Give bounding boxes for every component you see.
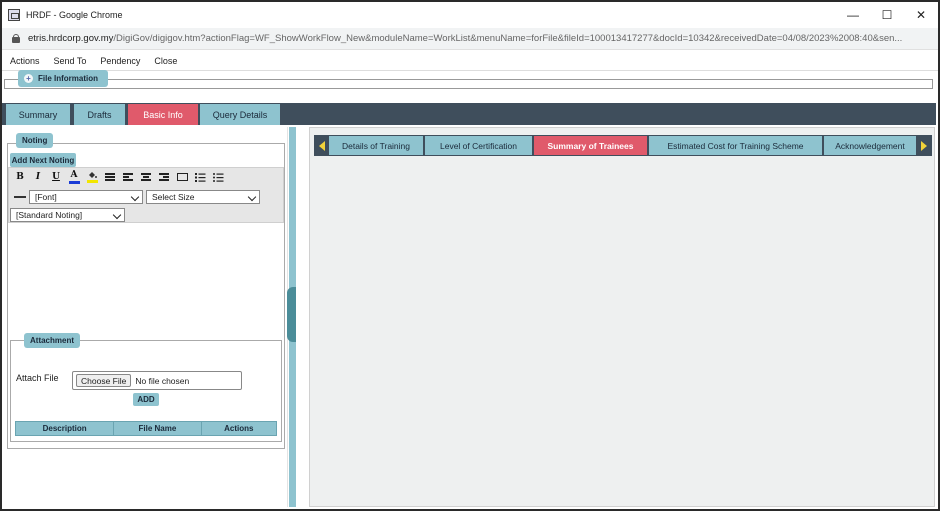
splitter-handle[interactable] [287,287,296,342]
menu-actions[interactable]: Actions [10,56,40,66]
bold-button[interactable]: B [11,169,29,185]
sub-tab-bar: Details of Training Level of Certificati… [314,135,932,156]
chevron-down-icon [112,210,122,220]
editor-toolbar: B I U A [Font] Select Size [Standard Not… [8,167,284,223]
noting-label: Noting [16,133,54,148]
size-select[interactable]: Select Size [146,190,260,204]
tab-basic-info[interactable]: Basic Info [128,104,198,125]
align-left-icon[interactable] [119,169,137,185]
paint-bucket-icon [89,172,97,178]
content-panel [309,127,935,507]
minimize-button[interactable]: — [836,2,870,28]
menu-close[interactable]: Close [154,56,177,66]
main-tab-bar: Summary Drafts Basic Info Query Details [2,103,936,125]
file-information-toggle[interactable]: + File Information [18,70,108,87]
font-select[interactable]: [Font] [29,190,143,204]
align-right-icon[interactable] [155,169,173,185]
highlight-swatch [86,180,98,183]
lock-icon[interactable] [12,34,20,43]
tab-summary[interactable]: Summary [6,104,70,125]
subtab-acknowledgement[interactable]: Acknowledgement [824,136,916,155]
unordered-list-icon[interactable] [209,169,227,185]
font-select-value: [Font] [35,192,57,202]
scroll-left-button[interactable] [316,136,328,155]
noting-type-select[interactable]: [Standard Noting] [10,208,125,222]
url-text[interactable]: etris.hrdcorp.gov.my/DigiGov/digigov.htm… [28,33,933,44]
file-information-label: File Information [38,74,98,83]
chevron-right-icon [921,140,927,151]
subtab-level-of-certification[interactable]: Level of Certification [425,136,532,155]
tab-query-details[interactable]: Query Details [200,104,280,125]
attach-file-label: Attach File [16,373,59,383]
column-file-name: File Name [114,422,202,435]
menu-pendency[interactable]: Pendency [100,56,140,66]
plus-icon: + [24,74,33,83]
underline-button[interactable]: U [47,169,65,185]
app-icon [8,9,20,21]
size-select-value: Select Size [152,192,195,202]
chevron-down-icon [247,192,257,202]
table-icon[interactable] [173,169,191,185]
column-description: Description [16,422,115,435]
app-menu-bar: Actions Send To Pendency Close [2,51,938,71]
subtab-summary-of-trainees[interactable]: Summary of Trainees [534,136,647,155]
close-button[interactable]: ✕ [904,2,938,28]
chevron-left-icon [319,140,325,151]
column-actions: Actions [224,424,254,433]
font-color-button[interactable]: A [65,169,83,185]
align-center-icon[interactable] [137,169,155,185]
noting-type-value: [Standard Noting] [16,210,83,220]
attachment-table-header: Description File Name Actions [15,421,277,436]
choose-file-button[interactable]: Choose File [76,374,132,387]
chevron-down-icon [130,192,140,202]
file-information-panel [4,79,933,89]
title-bar: HRDF - Google Chrome — ☐ ✕ [2,2,938,28]
add-next-noting-button[interactable]: Add Next Noting [10,153,76,167]
font-color-swatch [68,180,80,184]
font-color-letter: A [70,169,78,180]
ordered-list-icon[interactable] [191,169,209,185]
no-file-chosen-text: No file chosen [135,375,190,386]
maximize-button[interactable]: ☐ [870,2,904,28]
subtab-details-of-training[interactable]: Details of Training [329,136,423,155]
scroll-right-button[interactable] [918,136,930,155]
justify-icon[interactable] [101,169,119,185]
tab-drafts[interactable]: Drafts [74,104,125,125]
ordered-list-glyph [194,172,205,182]
highlight-color-button[interactable] [83,169,101,185]
horizontal-rule-icon[interactable] [11,189,29,205]
unordered-list-glyph [212,172,223,182]
url-host: etris.hrdcorp.gov.my [28,33,114,44]
file-input[interactable]: Choose File No file chosen [72,371,242,390]
window-title: HRDF - Google Chrome [26,10,123,20]
menu-send-to[interactable]: Send To [54,56,87,66]
attachment-label: Attachment [24,333,81,348]
url-path: /DigiGov/digigov.htm?actionFlag=WF_ShowW… [113,33,903,44]
subtab-estimated-cost[interactable]: Estimated Cost for Training Scheme [649,136,822,155]
address-bar[interactable]: etris.hrdcorp.gov.my/DigiGov/digigov.htm… [2,28,938,50]
add-attachment-button[interactable]: ADD [133,393,159,406]
italic-button[interactable]: I [29,169,47,185]
window-controls: — ☐ ✕ [836,2,938,28]
